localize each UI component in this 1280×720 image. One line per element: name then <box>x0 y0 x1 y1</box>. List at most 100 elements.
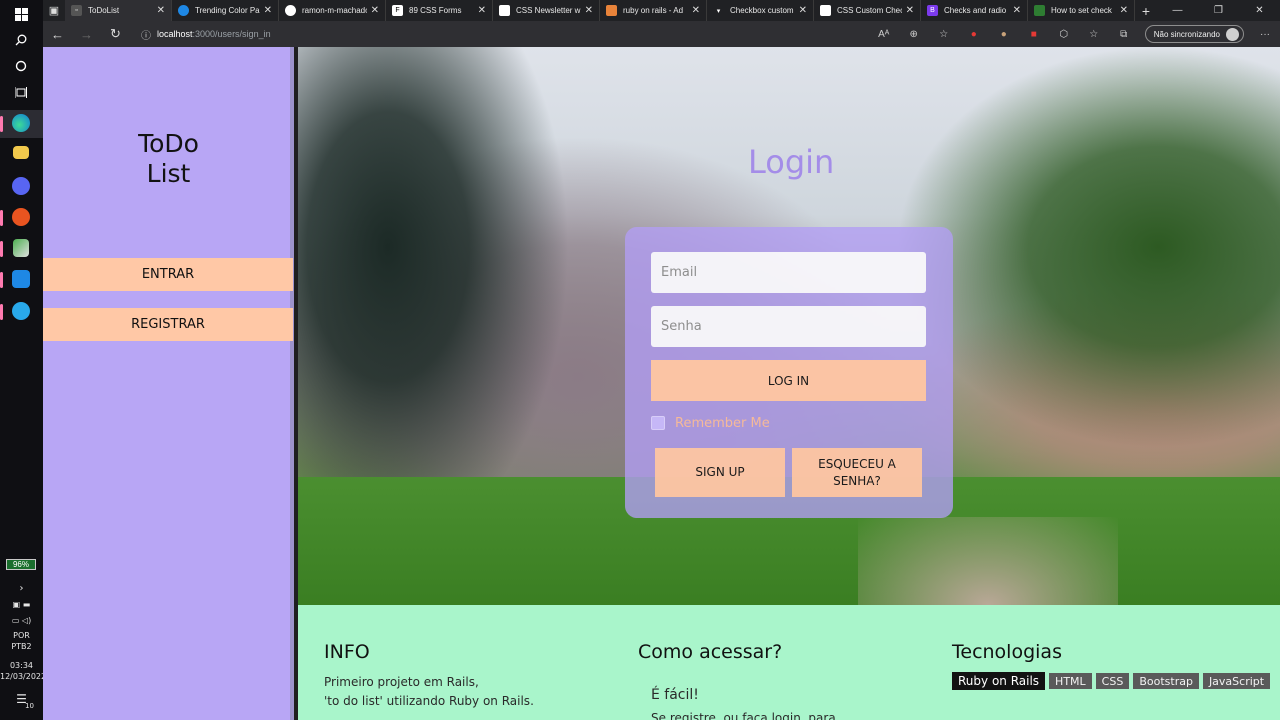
battery-indicator[interactable]: 96% <box>6 559 36 570</box>
tag-ruby-on-rails: Ruby on Rails <box>952 672 1046 690</box>
close-tab-icon[interactable]: ✕ <box>371 5 379 16</box>
clock-date[interactable]: 12/03/2022 <box>0 672 46 682</box>
close-tab-icon[interactable]: ✕ <box>906 5 914 16</box>
tab-title: Checkbox custom <box>730 6 794 15</box>
page-icon: ▫ <box>71 5 82 16</box>
tab-todolist[interactable]: ▫ ToDoList ✕ <box>65 0 172 21</box>
web-page: ToDo List ENTRAR REGISTRAR Login LOG IN … <box>43 47 1280 720</box>
close-tab-icon[interactable]: ✕ <box>585 5 593 16</box>
enter-button[interactable]: ENTRAR <box>43 258 293 291</box>
search-icon[interactable] <box>11 30 31 50</box>
vscode-icon[interactable] <box>12 270 30 288</box>
extension-youtube-icon[interactable]: ■ <box>1019 29 1049 40</box>
tab-title: Trending Color Pa <box>195 6 260 15</box>
footer: INFO Primeiro projeto em Rails, 'to do l… <box>298 605 1280 720</box>
password-field[interactable] <box>651 306 926 347</box>
remember-me[interactable]: Remember Me <box>651 415 770 431</box>
hero-background: Login LOG IN Remember Me SIGN UP ESQUECE… <box>298 47 1280 605</box>
info-heading: INFO <box>324 641 370 663</box>
minimize-icon[interactable]: — <box>1157 0 1198 21</box>
telegram-icon[interactable] <box>12 302 30 320</box>
active-app-indicator <box>0 116 3 132</box>
app-indicator <box>0 304 3 320</box>
forward-arrow-icon[interactable]: → <box>72 27 101 42</box>
new-tab-button[interactable]: + <box>1135 3 1157 19</box>
refresh-icon[interactable]: ↻ <box>101 26 130 42</box>
signup-button[interactable]: SIGN UP <box>655 448 785 497</box>
toolbar-icons: Aᴬ ⊕ ☆ ● ● ■ ⬡ ☆ ⧉ Não sincronizando ··· <box>869 21 1280 47</box>
codepen-icon <box>499 5 510 16</box>
brand-title: ToDo List <box>43 129 294 189</box>
read-aloud-icon[interactable]: Aᴬ <box>869 29 899 40</box>
network-volume-icon[interactable]: ▭ ◁) <box>0 616 43 626</box>
tab-github[interactable]: ramon-m-machado ✕ <box>279 0 386 21</box>
tech-tags: Ruby on Rails HTML CSS Bootstrap JavaScr… <box>952 672 1274 690</box>
close-tab-icon[interactable]: ✕ <box>692 5 700 16</box>
restore-icon[interactable]: ❐ <box>1198 0 1239 21</box>
ubuntu-icon[interactable] <box>12 208 30 226</box>
keyboard-layout[interactable]: PTB2 <box>0 642 43 652</box>
close-window-icon[interactable]: ✕ <box>1239 0 1280 21</box>
close-tab-icon[interactable]: ✕ <box>264 5 272 16</box>
tab-css-custom-checkbox[interactable]: CSS Custom Chec ✕ <box>814 0 921 21</box>
access-line-2: Se registre, ou faça login, para <box>651 711 836 720</box>
address-path: :3000/users/sign_in <box>192 29 271 39</box>
collections-icon[interactable]: ⧉ <box>1109 29 1139 40</box>
site-info-icon[interactable]: ⓘ <box>141 27 157 42</box>
forgot-password-button[interactable]: ESQUECEU A SENHA? <box>792 448 922 497</box>
tab-actions-icon[interactable]: ▣ <box>43 0 65 21</box>
close-tab-icon[interactable]: ✕ <box>478 5 486 16</box>
favorites-icon[interactable]: ☆ <box>1079 29 1109 40</box>
windows-start-icon[interactable] <box>11 4 31 24</box>
close-tab-icon[interactable]: ✕ <box>157 5 165 16</box>
tab-css-forms[interactable]: F 89 CSS Forms ✕ <box>386 0 493 21</box>
back-arrow-icon[interactable]: ← <box>43 27 72 42</box>
register-button[interactable]: REGISTRAR <box>43 308 293 341</box>
cortana-icon[interactable] <box>11 56 31 76</box>
zoom-icon[interactable]: ⊕ <box>899 29 929 40</box>
tab-css-newsletter[interactable]: CSS Newsletter w ✕ <box>493 0 600 21</box>
extension-cookie-icon[interactable]: ● <box>989 29 1019 40</box>
show-hidden-icons-chevron-icon[interactable]: › <box>0 584 43 594</box>
sidebar: ToDo List ENTRAR REGISTRAR <box>43 47 294 720</box>
browser-toolbar: ← → ↻ ⓘ localhost:3000/users/sign_in Aᴬ … <box>43 21 1280 47</box>
freefrontend-icon: F <box>392 5 403 16</box>
task-view-icon[interactable] <box>11 82 31 102</box>
login-card: LOG IN Remember Me SIGN UP ESQUECEU A SE… <box>625 227 953 518</box>
more-menu-icon[interactable]: ··· <box>1250 29 1280 40</box>
notepad-icon[interactable] <box>13 239 29 257</box>
window-controls: — ❐ ✕ <box>1157 0 1280 21</box>
extension-red-icon[interactable]: ● <box>959 29 989 40</box>
tab-ruby-on-rails[interactable]: ruby on rails - Ad ✕ <box>600 0 707 21</box>
tag-javascript: JavaScript <box>1202 673 1271 689</box>
background-path <box>858 517 1118 605</box>
stackoverflow-icon <box>606 5 617 16</box>
close-tab-icon[interactable]: ✕ <box>1013 5 1021 16</box>
remember-me-checkbox[interactable] <box>651 416 665 430</box>
close-tab-icon[interactable]: ✕ <box>799 5 807 16</box>
login-button[interactable]: LOG IN <box>651 360 926 401</box>
discord-icon[interactable] <box>12 177 30 195</box>
tab-checkbox-custom[interactable]: ▾ Checkbox custom ✕ <box>707 0 814 21</box>
tech-heading: Tecnologias <box>952 641 1062 663</box>
favorite-add-icon[interactable]: ☆ <box>929 29 959 40</box>
language-indicator[interactable]: POR <box>0 631 43 641</box>
clock-time[interactable]: 03:34 <box>0 661 43 671</box>
email-field[interactable] <box>651 252 926 293</box>
tray-icons[interactable]: ▣ ▬ <box>0 600 43 610</box>
file-explorer-icon[interactable] <box>13 146 29 159</box>
tab-how-to-set-check[interactable]: How to set check ✕ <box>1028 0 1135 21</box>
edge-browser-icon[interactable] <box>12 114 30 132</box>
extensions-icon[interactable]: ⬡ <box>1049 29 1079 40</box>
forgot-line-1: ESQUECEU A <box>818 456 896 471</box>
tag-css: CSS <box>1095 673 1130 689</box>
tab-title: 89 CSS Forms <box>409 6 462 15</box>
tab-trending-colors[interactable]: Trending Color Pa ✕ <box>172 0 279 21</box>
profile-sync-button[interactable]: Não sincronizando <box>1144 25 1244 43</box>
tab-checks-and-radios[interactable]: B Checks and radio ✕ <box>921 0 1028 21</box>
address-bar[interactable]: ⓘ localhost:3000/users/sign_in <box>141 24 876 44</box>
brand-line-1: ToDo <box>138 129 199 158</box>
address-host: localhost <box>157 29 193 39</box>
tag-bootstrap: Bootstrap <box>1133 673 1199 689</box>
close-tab-icon[interactable]: ✕ <box>1120 5 1128 16</box>
